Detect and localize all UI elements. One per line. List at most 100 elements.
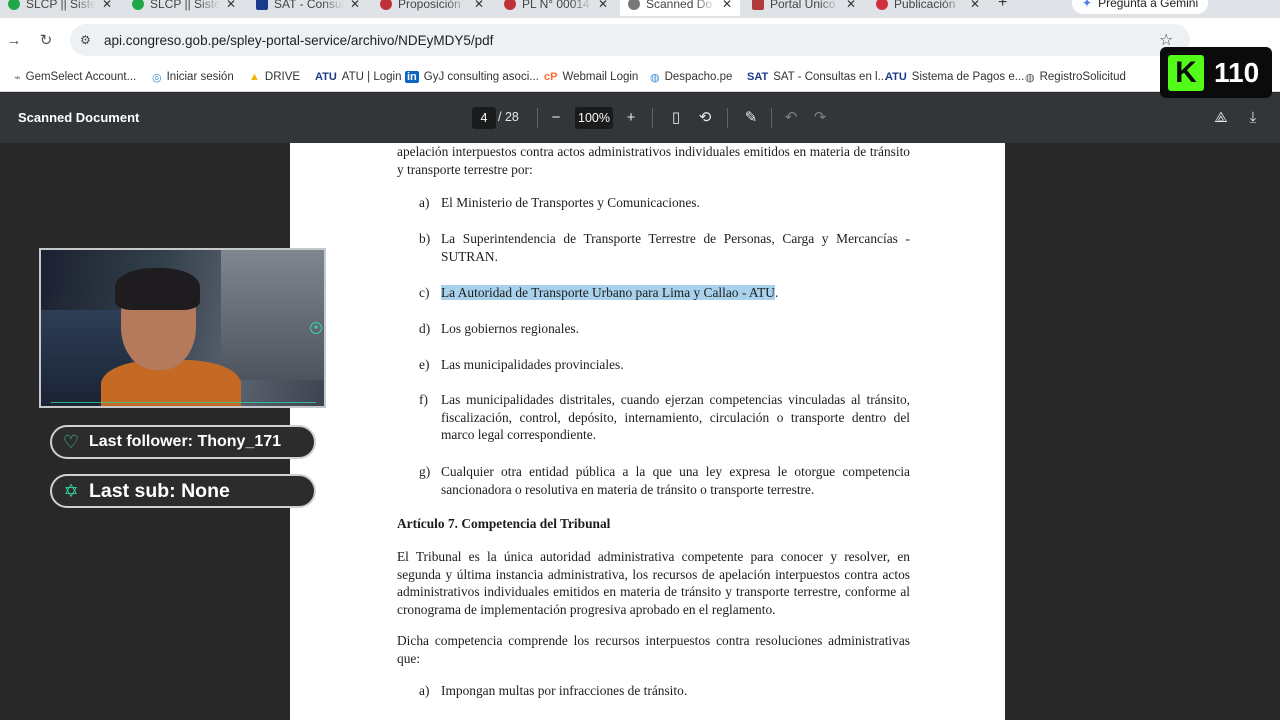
- tab-slcp-2[interactable]: SLCP || Siste ✕: [124, 0, 244, 16]
- tab-label: SLCP || Siste: [26, 0, 96, 11]
- tab-label: SAT - Consult: [274, 0, 344, 11]
- page-number-input[interactable]: 4: [472, 107, 496, 129]
- list-item: d) Los gobiernos regionales.: [419, 320, 910, 338]
- list-marker: g): [419, 464, 431, 479]
- forward-icon[interactable]: →: [2, 28, 26, 52]
- bookmark-gyj[interactable]: in GyJ consulting asoci...: [405, 67, 539, 87]
- intro-paragraph: apelación interpuestos contra actos admi…: [397, 144, 910, 177]
- bookmark-drive[interactable]: ▲ DRIVE: [249, 67, 300, 87]
- list-item: e) Las municipalidades provinciales.: [419, 356, 910, 374]
- pdf-page: apelación interpuestos contra actos admi…: [290, 143, 1005, 720]
- bookmark-gemselect[interactable]: ⌁ GemSelect Account...: [14, 67, 136, 87]
- tab-publicacion[interactable]: Publicación ✕: [868, 0, 988, 16]
- close-icon[interactable]: ✕: [598, 0, 608, 11]
- page-total: / 28: [498, 110, 519, 124]
- last-follower-widget: ♡ Last follower: Thony_171: [50, 425, 316, 459]
- zoom-out-icon[interactable]: −: [546, 107, 566, 129]
- bookmark-webmail[interactable]: cP Webmail Login: [544, 67, 638, 87]
- download-icon[interactable]: ⤓: [1243, 107, 1263, 129]
- sat-icon: [256, 0, 268, 10]
- fit-page-icon[interactable]: ▯: [666, 107, 686, 129]
- tab-sat[interactable]: SAT - Consult ✕: [248, 0, 368, 16]
- list-marker: f): [419, 392, 428, 407]
- gemini-button[interactable]: ✦ Pregunta a Gemini: [1072, 0, 1209, 14]
- list-text: Los gobiernos regionales.: [441, 321, 579, 336]
- list-marker: a): [419, 683, 430, 698]
- redo-icon[interactable]: ↷: [810, 107, 830, 129]
- reload-icon[interactable]: ↻: [34, 28, 58, 52]
- close-icon[interactable]: ✕: [722, 0, 732, 11]
- bookmark-iniciar-sesion[interactable]: ◎ Iniciar sesión: [152, 67, 234, 87]
- globe-icon: [628, 0, 640, 10]
- bookmark-despacho[interactable]: ◍ Despacho.pe: [650, 67, 732, 87]
- list-item-highlighted: c) La Autoridad de Transporte Urbano par…: [419, 284, 910, 302]
- last-sub-text: Last sub: None: [89, 479, 230, 502]
- bookmark-label: Iniciar sesión: [166, 71, 234, 83]
- tab-portal-unico[interactable]: Portal Único ✕: [744, 0, 864, 16]
- pdf-toolbar: Scanned Document 4 / 28 − 100% + ▯ ⟲ ✎ ↶…: [0, 93, 1280, 143]
- close-icon[interactable]: ✕: [226, 0, 236, 11]
- site-settings-icon[interactable]: ⚙: [80, 33, 96, 47]
- bookmark-label: DRIVE: [264, 71, 301, 83]
- browser-toolbar: → ↻ ⚙ api.congreso.gob.pe/spley-portal-s…: [0, 18, 1280, 62]
- close-icon[interactable]: ✕: [474, 0, 484, 11]
- bookmark-sistema-pagos[interactable]: ATU Sistema de Pagos e...: [885, 67, 1024, 87]
- portal-icon: [752, 0, 764, 10]
- list-text: Cualquier otra entidad pública a la que …: [441, 464, 910, 497]
- close-icon[interactable]: ✕: [846, 0, 856, 11]
- undo-icon[interactable]: ↶: [781, 107, 801, 129]
- list-text: La Autoridad de Transporte Urbano para L…: [441, 284, 910, 302]
- globe-icon: ◍: [650, 71, 660, 84]
- check-icon: [132, 0, 144, 10]
- list-marker: b): [419, 231, 431, 246]
- sparkle-icon: ✦: [1082, 0, 1093, 10]
- tab-strip: SLCP || Siste ✕ SLCP || Siste ✕ SAT - Co…: [0, 0, 1280, 18]
- atu-icon: ATU: [315, 71, 337, 83]
- bookmark-label: Sistema de Pagos e...: [911, 71, 1025, 83]
- list-item: a) El Ministerio de Transportes y Comuni…: [419, 194, 910, 212]
- close-icon[interactable]: ✕: [102, 0, 112, 11]
- tab-label: Portal Único: [770, 0, 836, 11]
- zoom-in-icon[interactable]: +: [621, 107, 641, 129]
- bookmark-label: SAT - Consultas en l...: [773, 71, 888, 83]
- rotate-icon[interactable]: ⟲: [695, 107, 715, 129]
- annotate-icon[interactable]: ✎: [741, 107, 761, 129]
- bookmark-sat[interactable]: SAT SAT - Consultas en l...: [747, 67, 887, 87]
- bookmark-atu-login[interactable]: ATU ATU | Login: [315, 67, 401, 87]
- last-sub-widget: ✡ Last sub: None: [50, 474, 316, 508]
- new-tab-icon[interactable]: +: [998, 0, 1007, 12]
- viewer-counter: K 110: [1160, 47, 1272, 98]
- zoom-input[interactable]: 100%: [575, 107, 613, 129]
- congress-icon: [380, 0, 392, 10]
- tab-scanned-document[interactable]: Scanned Do ✕: [620, 0, 741, 16]
- bookmark-label: RegistroSolicitud: [1039, 71, 1126, 83]
- list-text-trail: .: [774, 285, 779, 300]
- tab-proposicion[interactable]: Proposición ✕: [372, 0, 492, 16]
- bookmark-registro[interactable]: ◍ RegistroSolicitud: [1025, 67, 1126, 87]
- list-text: La Superintendencia de Transporte Terres…: [441, 231, 910, 264]
- swirl-icon: ◎: [152, 71, 162, 84]
- webcam-frame-line: [51, 402, 316, 403]
- bookmark-label: ATU | Login: [341, 71, 402, 83]
- list-text: Las municipalidades distritales, cuando …: [441, 392, 910, 442]
- viewer-count: 110: [1214, 56, 1260, 88]
- congress-icon: [504, 0, 516, 10]
- pub-icon: [876, 0, 888, 10]
- close-icon[interactable]: ✕: [970, 0, 980, 11]
- url-text: api.congreso.gob.pe/spley-portal-service…: [104, 32, 494, 48]
- close-icon[interactable]: ✕: [350, 0, 360, 11]
- selected-text[interactable]: La Autoridad de Transporte Urbano para L…: [441, 285, 775, 300]
- article-paragraph: Dicha competencia comprende los recursos…: [397, 633, 910, 666]
- bookmark-label: Despacho.pe: [664, 71, 733, 83]
- drive-icon: ▲: [249, 71, 260, 83]
- tab-slcp-1[interactable]: SLCP || Siste ✕: [0, 0, 120, 16]
- list-text: El Ministerio de Transportes y Comunicac…: [441, 195, 700, 210]
- gemini-label: Pregunta a Gemini: [1098, 0, 1199, 10]
- webcam-window: [221, 250, 324, 380]
- tab-pl[interactable]: PL N° 00014 ✕: [496, 0, 616, 16]
- drive-save-icon[interactable]: ⟁: [1211, 107, 1231, 129]
- sat-icon: SAT: [747, 71, 769, 83]
- list-marker: a): [419, 195, 430, 210]
- address-bar[interactable]: ⚙ api.congreso.gob.pe/spley-portal-servi…: [70, 24, 1190, 56]
- atu-icon: ATU: [885, 71, 907, 83]
